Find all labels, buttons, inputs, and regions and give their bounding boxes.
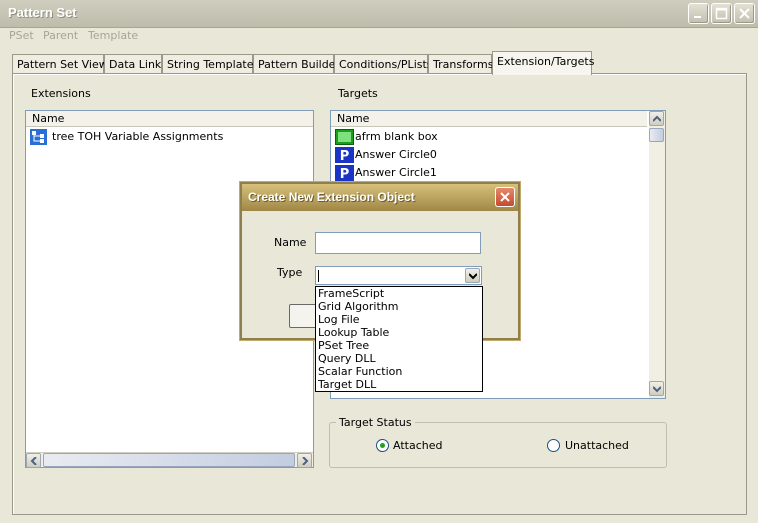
arrow-left-icon [30, 457, 37, 465]
window-title: Pattern Set [8, 5, 77, 20]
svg-text:P: P [340, 167, 350, 181]
minimize-button[interactable] [688, 3, 709, 24]
name-input[interactable] [315, 232, 481, 254]
close-icon [500, 192, 510, 202]
attached-radio[interactable] [376, 439, 389, 452]
arrow-up-icon [653, 115, 661, 122]
target-status-label: Target Status [336, 416, 415, 429]
dialog-close-button[interactable] [495, 187, 515, 207]
extensions-label: Extensions [31, 87, 91, 100]
extensions-column-header[interactable]: Name [26, 111, 313, 127]
targets-column-header[interactable]: Name [331, 111, 647, 127]
scroll-right-button[interactable] [297, 453, 312, 468]
tab-conditions-plists[interactable]: Conditions/PLists [334, 54, 433, 74]
vertical-scroll-thumb[interactable] [649, 128, 664, 142]
option-grid-algorithm[interactable]: Grid Algorithm [316, 300, 482, 313]
arrow-right-icon [302, 457, 309, 465]
close-window-button[interactable] [734, 3, 755, 24]
text-cursor [318, 270, 319, 282]
type-select[interactable] [315, 266, 482, 285]
menu-template[interactable]: Template [88, 29, 138, 42]
blue-p-icon: P [335, 165, 354, 181]
unattached-label[interactable]: Unattached [565, 439, 629, 452]
option-target-dll[interactable]: Target DLL [316, 378, 482, 391]
tab-transforms[interactable]: Transforms [428, 54, 493, 74]
extensions-column-name: Name [32, 112, 65, 125]
green-box-icon [335, 129, 354, 145]
targets-label: Targets [338, 87, 378, 100]
blue-p-icon: P [335, 147, 354, 163]
dialog-title: Create New Extension Object [248, 190, 415, 204]
arrow-down-icon [653, 386, 661, 393]
attached-label[interactable]: Attached [393, 439, 442, 452]
dialog-title-bar: Create New Extension Object [242, 184, 518, 211]
list-item[interactable]: afrm blank box [331, 128, 665, 146]
target-name: afrm blank box [355, 130, 438, 143]
tab-string-templates[interactable]: String Templates [162, 54, 259, 74]
option-framescript[interactable]: FrameScript [316, 287, 482, 300]
horizontal-scroll-thumb[interactable] [43, 453, 295, 467]
list-item[interactable]: P Answer Circle1 [331, 164, 665, 182]
unattached-radio[interactable] [547, 439, 560, 452]
menu-pset[interactable]: PSet [9, 29, 34, 42]
radio-selected-dot [380, 443, 385, 448]
tab-data-link[interactable]: Data Link [104, 54, 162, 74]
minimize-icon [694, 16, 701, 18]
list-item[interactable]: tree TOH Variable Assignments [26, 128, 313, 146]
extension-name: tree TOH Variable Assignments [52, 130, 224, 143]
option-log-file[interactable]: Log File [316, 313, 482, 326]
title-bar: Pattern Set [0, 0, 758, 28]
option-query-dll[interactable]: Query DLL [316, 352, 482, 365]
close-icon [739, 8, 750, 19]
svg-text:P: P [340, 149, 350, 163]
target-name: Answer Circle0 [355, 148, 437, 161]
option-pset-tree[interactable]: PSet Tree [316, 339, 482, 352]
tab-pattern-set-view[interactable]: Pattern Set View [12, 54, 108, 74]
target-name: Answer Circle1 [355, 166, 437, 179]
scroll-down-button[interactable] [649, 381, 664, 396]
tree-icon [30, 129, 47, 145]
name-label: Name [274, 236, 307, 249]
tab-pattern-builder[interactable]: Pattern Builder [253, 54, 340, 74]
list-item[interactable]: P Answer Circle0 [331, 146, 665, 164]
tab-extension-targets[interactable]: Extension/Targets [492, 51, 594, 75]
maximize-button[interactable] [711, 3, 732, 24]
scroll-left-button[interactable] [26, 453, 41, 468]
scroll-up-button[interactable] [649, 111, 664, 126]
targets-column-name: Name [337, 112, 370, 125]
menu-parent[interactable]: Parent [43, 29, 78, 42]
menu-bar: PSet Parent Template [0, 28, 758, 46]
type-dropdown-list[interactable]: FrameScript Grid Algorithm Log File Look… [315, 286, 483, 392]
targets-vertical-scrollbar[interactable] [649, 111, 665, 398]
type-label: Type [277, 266, 303, 279]
extensions-horizontal-scrollbar[interactable] [26, 452, 313, 468]
option-scalar-function[interactable]: Scalar Function [316, 365, 482, 378]
chevron-down-icon [469, 273, 477, 280]
option-lookup-table[interactable]: Lookup Table [316, 326, 482, 339]
maximize-icon [715, 7, 728, 20]
dropdown-button[interactable] [465, 268, 480, 283]
